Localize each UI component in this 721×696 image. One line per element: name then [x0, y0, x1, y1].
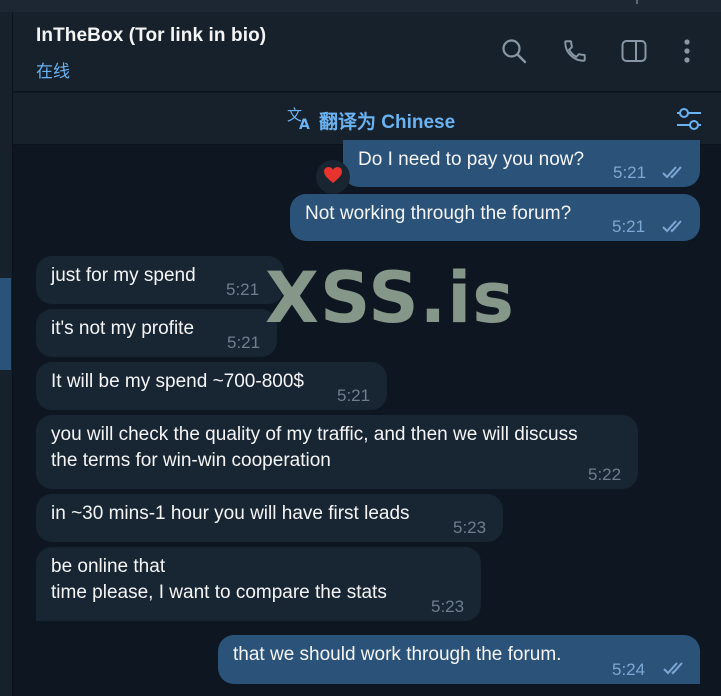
message-time: 5:22 [588, 465, 622, 484]
message-bubble-incoming[interactable]: be online that time please, I want to co… [36, 547, 481, 621]
message-time: 5:24 [612, 660, 646, 679]
watermark: XSS.is [265, 257, 515, 339]
filter-settings-icon[interactable] [674, 104, 704, 134]
message-text: just for my spend [51, 265, 196, 286]
online-status: 在线 [36, 62, 70, 81]
message-time: 5:21 [613, 163, 647, 182]
message-time: 5:23 [431, 597, 465, 616]
heart-icon [323, 166, 343, 189]
message-text: it's not my profite [51, 318, 195, 339]
message-text: that we should work through the forum. [233, 644, 562, 665]
message-bubble-outgoing[interactable]: Do I need to pay you now? 5:21 [343, 140, 700, 187]
search-icon[interactable] [499, 36, 529, 66]
message-time: 5:21 [337, 386, 371, 405]
read-checks-icon [662, 220, 682, 233]
sidebar-toggle-icon[interactable] [619, 36, 649, 66]
message-bubble-incoming[interactable]: just for my spend 5:21 [36, 256, 284, 304]
message-time: 5:21 [227, 333, 261, 352]
phone-icon[interactable] [560, 36, 590, 66]
message-text-line: you will check the quality of my traffic… [51, 424, 578, 445]
message-bubble-outgoing[interactable]: Not working through the forum? 5:21 [290, 194, 700, 241]
message-bubble-incoming[interactable]: you will check the quality of my traffic… [36, 415, 638, 489]
more-vert-icon[interactable] [672, 36, 702, 66]
message-time: 5:21 [612, 217, 646, 236]
translate-label: 翻译为 Chinese [319, 112, 456, 133]
chat-panel: InTheBox (Tor link in bio) 在线 文 A 翻译为 Ch… [13, 12, 721, 696]
message-text: It will be my spend ~700-800$ [51, 371, 304, 392]
window-divider-tick [636, 0, 638, 4]
window-top-strip [0, 0, 721, 12]
message-text: in ~30 mins-1 hour you will have first l… [51, 503, 410, 524]
message-text: Not working through the forum? [305, 203, 572, 224]
selected-chat-indicator [0, 278, 11, 370]
svg-text:A: A [299, 117, 310, 130]
read-checks-icon [662, 166, 682, 179]
message-text-line: time please, I want to compare the stats [51, 582, 387, 603]
message-bubble-incoming[interactable]: in ~30 mins-1 hour you will have first l… [36, 494, 503, 542]
message-bubble-incoming[interactable]: it's not my profite 5:21 [36, 309, 277, 357]
read-checks-icon [663, 662, 683, 675]
message-bubble-outgoing[interactable]: that we should work through the forum. 5… [218, 635, 700, 684]
heart-reaction[interactable] [316, 160, 350, 194]
message-text: Do I need to pay you now? [358, 149, 585, 170]
message-text-line: the terms for win-win cooperation [51, 450, 331, 471]
message-text-line: be online that [51, 556, 166, 577]
chat-title[interactable]: InTheBox (Tor link in bio) [36, 25, 266, 47]
translate-button[interactable]: 文 A 翻译为 Chinese [287, 106, 455, 135]
translate-bar[interactable]: 文 A 翻译为 Chinese [13, 93, 721, 145]
message-time: 5:21 [226, 280, 260, 299]
message-time: 5:23 [453, 518, 487, 537]
translate-icon: 文 A [287, 106, 313, 135]
message-bubble-incoming[interactable]: It will be my spend ~700-800$ 5:21 [36, 362, 387, 410]
chat-header[interactable]: InTheBox (Tor link in bio) 在线 [13, 12, 721, 92]
chat-list-edge[interactable] [0, 12, 13, 696]
